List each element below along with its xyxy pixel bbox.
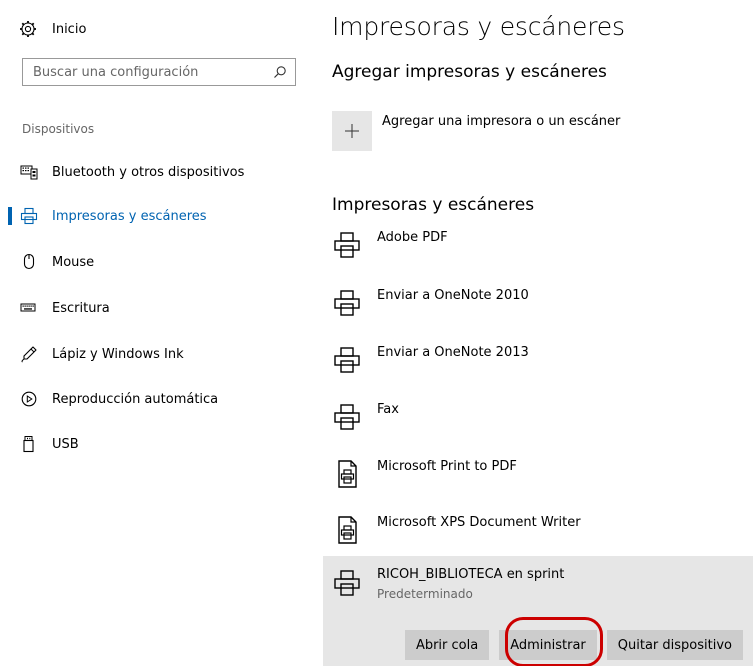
printer-item-ricoh-biblioteca[interactable]: RICOH_BIBLIOTECA en sprint Predeterminad… (323, 556, 753, 666)
printer-name: Fax (377, 402, 399, 417)
add-printer-label[interactable]: Agregar una impresora o un escáner (382, 114, 620, 129)
document-printer-icon (338, 516, 357, 544)
main-content: Impresoras y escáneres Agregar impresora… (323, 0, 753, 666)
sidebar-item-label: Reproducción automática (52, 391, 219, 407)
add-printer-button[interactable] (332, 111, 372, 151)
autoplay-icon (21, 391, 37, 407)
remove-device-button[interactable]: Quitar dispositivo (606, 630, 743, 660)
sidebar-item-label: Lápiz y Windows Ink (52, 346, 184, 362)
sidebar: Inicio Dispositivos Bluetooth y o (0, 0, 320, 666)
page-title: Impresoras y escáneres (332, 12, 625, 41)
sidebar-item-typing[interactable]: Escritura (0, 293, 320, 323)
printer-icon (334, 404, 360, 430)
printer-icon (334, 570, 360, 596)
printer-status: Predeterminado (377, 587, 473, 601)
sidebar-item-printers[interactable]: Impresoras y escáneres (0, 201, 320, 231)
printer-icon (20, 207, 38, 225)
sidebar-item-mouse[interactable]: Mouse (0, 247, 320, 277)
sidebar-item-label: Impresoras y escáneres (52, 208, 207, 224)
plus-icon (345, 124, 359, 138)
settings-window: Inicio Dispositivos Bluetooth y o (0, 0, 753, 666)
printer-name: Microsoft XPS Document Writer (377, 515, 581, 530)
home-link[interactable]: Inicio (18, 18, 86, 40)
sidebar-item-label: Bluetooth y otros dispositivos (52, 164, 245, 180)
add-section-title: Agregar impresoras y escáneres (332, 62, 607, 82)
document-printer-icon (338, 460, 357, 488)
printer-name: RICOH_BIBLIOTECA en sprint (377, 567, 565, 582)
mouse-icon (23, 253, 35, 270)
gear-icon (20, 21, 36, 37)
printer-name: Adobe PDF (377, 230, 448, 245)
printer-icon (334, 290, 360, 316)
search-box (22, 58, 296, 86)
usb-icon (23, 436, 34, 453)
home-label: Inicio (52, 21, 87, 37)
sidebar-item-pen[interactable]: Lápiz y Windows Ink (0, 339, 320, 369)
printer-item-onenote-2013[interactable]: Enviar a OneNote 2013 (323, 341, 753, 393)
sidebar-item-label: Mouse (52, 254, 95, 270)
open-queue-button[interactable]: Abrir cola (404, 630, 490, 660)
printer-item-print-to-pdf[interactable]: Microsoft Print to PDF (323, 455, 753, 507)
sidebar-item-autoplay[interactable]: Reproducción automática (0, 384, 320, 414)
printer-icon (334, 232, 360, 258)
sidebar-item-bluetooth[interactable]: Bluetooth y otros dispositivos (0, 157, 320, 187)
manage-button[interactable]: Administrar (499, 630, 597, 660)
printer-icon (334, 347, 360, 373)
active-indicator (8, 207, 12, 225)
bluetooth-devices-icon (20, 165, 38, 180)
search-icon[interactable] (273, 65, 287, 79)
printer-name: Enviar a OneNote 2010 (377, 288, 529, 303)
search-input[interactable] (23, 64, 273, 80)
printer-name: Microsoft Print to PDF (377, 459, 517, 474)
printer-item-onenote-2010[interactable]: Enviar a OneNote 2010 (323, 284, 753, 336)
sidebar-item-label: Escritura (52, 300, 110, 316)
printer-item-fax[interactable]: Fax (323, 398, 753, 450)
pen-icon (21, 346, 37, 363)
sidebar-item-label: USB (52, 436, 79, 452)
printers-section-title: Impresoras y escáneres (332, 195, 535, 215)
printer-actions: Abrir cola Administrar Quitar dispositiv… (404, 630, 743, 660)
keyboard-icon (20, 303, 36, 312)
sidebar-item-usb[interactable]: USB (0, 429, 320, 459)
printer-item-adobe-pdf[interactable]: Adobe PDF (323, 226, 753, 278)
printer-name: Enviar a OneNote 2013 (377, 345, 529, 360)
section-label-devices: Dispositivos (22, 122, 95, 136)
